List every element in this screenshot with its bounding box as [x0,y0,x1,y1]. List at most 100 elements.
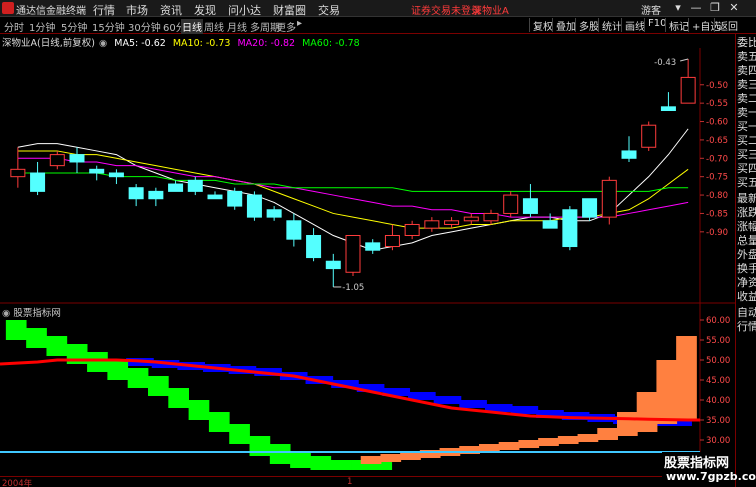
indicator-title: 股票指标网 [13,308,61,319]
price-tick-label: -0.90 [706,228,728,238]
candle-body [542,220,558,229]
current-stock-name[interactable]: 深物业A [472,2,509,17]
guest-user[interactable]: 游客 [641,2,661,17]
band-orange [518,440,540,448]
candle-body [463,216,479,222]
candle-body [266,209,282,218]
side-panel-item[interactable]: 买二 [737,135,756,147]
price-tick-label: -0.85 [706,209,728,219]
price-tick-label: -0.60 [706,118,728,128]
price-tick-label: -0.80 [706,191,728,201]
indicator-chart[interactable]: 60.0055.0050.0045.0040.0035.0030.0025.00 [0,304,735,476]
side-panel-item[interactable]: 最新 [737,193,756,205]
menu-market-quotes[interactable]: 行情 [93,2,115,18]
ma-line-ma5 [17,128,689,251]
period-more[interactable]: 更多 [276,19,296,34]
candle-body [404,223,420,236]
band-green [208,412,230,432]
multi-stock-button[interactable]: 多股 [575,18,599,33]
band-orange [479,444,500,452]
side-panel-item[interactable]: 买三 [737,149,756,161]
title-bar: 通达信金融终端 行情 市场 资讯 发现 问小达 财富圈 交易 证券交易未登录 深… [0,0,756,17]
candle-body [582,198,598,218]
overlay-button[interactable]: 叠加 [552,18,576,33]
main-chart-legend: 深物业A(日线,前复权) ◉ MA5: -0.62 MA10: -0.73 MA2… [2,35,364,49]
side-panel-item[interactable]: 涨幅 [737,221,756,233]
band-orange [636,392,658,432]
period-1min[interactable]: 1分钟 [29,19,55,34]
side-panel-item[interactable]: 外盘 [737,249,756,261]
period-daily[interactable]: 日线 [181,19,203,34]
band-orange [676,336,697,420]
candlestick-chart[interactable]: -0.50 -0.55 -0.60 -0.65 -0.70 -0.75 -0.80 -0.85… [0,48,735,304]
indicator-tick-label: 60.00 [706,316,730,326]
side-panel-item[interactable]: 卖一 [737,107,756,119]
side-panel-item[interactable]: 卖五 [737,51,756,63]
period-30min[interactable]: 30分钟 [128,19,161,34]
mark-button[interactable]: 标记 [665,18,689,33]
menu-trade[interactable]: 交易 [318,2,340,18]
band-orange [538,438,559,446]
draw-line-button[interactable]: 画线 [621,18,645,33]
menu-discover[interactable]: 发现 [194,2,216,18]
close-icon[interactable]: ✕ [728,1,740,15]
side-panel-item[interactable]: 净资 [737,277,756,289]
side-panel-item[interactable]: 换手 [737,263,756,275]
side-panel-item[interactable]: 行情 [737,321,756,333]
menu-wealth-circle[interactable]: 财富圈 [273,2,306,18]
side-panel-item[interactable]: 自动 [737,307,756,319]
adjust-button[interactable]: 复权 [529,18,553,33]
more-chevron-icon[interactable]: ▸ [297,18,302,29]
side-panel-item[interactable]: 委比 [737,37,756,49]
band-orange [656,360,678,424]
period-5min[interactable]: 5分钟 [61,19,87,34]
candle-body [424,220,440,229]
band-orange [597,428,618,440]
candle-body [483,212,499,222]
dropdown-icon[interactable]: ▾ [672,1,684,15]
back-button[interactable]: 返回 [714,18,738,33]
side-panel-item[interactable]: 卖四 [737,65,756,77]
side-panel-item[interactable]: 买五 [737,177,756,189]
f10-button[interactable]: F10 [644,18,666,32]
band-green [107,360,129,380]
side-panel-item[interactable]: 涨跌 [737,207,756,219]
side-panel-item[interactable]: 总量 [737,235,756,247]
period-intraday[interactable]: 分时 [4,19,24,34]
candle-body [384,235,400,248]
trade-login-status[interactable]: 证券交易未登录 [411,2,481,17]
band-blue [433,396,462,404]
side-panel-item[interactable]: 卖二 [737,93,756,105]
period-weekly[interactable]: 周线 [204,19,224,34]
band-orange [577,434,599,442]
band-green [147,376,169,396]
indicator-tick-label: 45.00 [706,376,730,386]
band-orange [400,452,421,460]
price-tick-label: -0.55 [706,99,728,109]
menu-market[interactable]: 市场 [126,2,148,18]
menu-news[interactable]: 资讯 [160,2,182,18]
indicator-tick-label: 35.00 [706,416,730,426]
maximize-icon[interactable]: ❐ [709,1,721,15]
band-orange [498,442,520,450]
price-tick-label: -0.65 [706,136,728,146]
side-panel-item[interactable]: 收益 [737,291,756,303]
candle-body [30,172,46,192]
candle-body [168,183,184,192]
indicator-dot-icon[interactable]: ◉ [2,308,10,319]
period-15min[interactable]: 15分钟 [92,19,125,34]
statistics-button[interactable]: 统计 [598,18,622,33]
side-panel-item[interactable]: 买四 [737,163,756,175]
band-green [26,328,47,348]
side-panel-item[interactable]: 买一 [737,121,756,133]
side-panel-item[interactable]: 卖三 [737,79,756,91]
candle-body [345,235,361,273]
menu-ask-xiaoda[interactable]: 问小达 [228,2,261,18]
band-green [168,388,190,408]
band-blue [459,400,487,408]
minimize-icon[interactable]: — [690,1,702,15]
indicator-tick-label: 40.00 [706,396,730,406]
period-monthly[interactable]: 月线 [227,19,247,34]
candle-body [503,194,519,214]
candle-body [286,220,302,240]
